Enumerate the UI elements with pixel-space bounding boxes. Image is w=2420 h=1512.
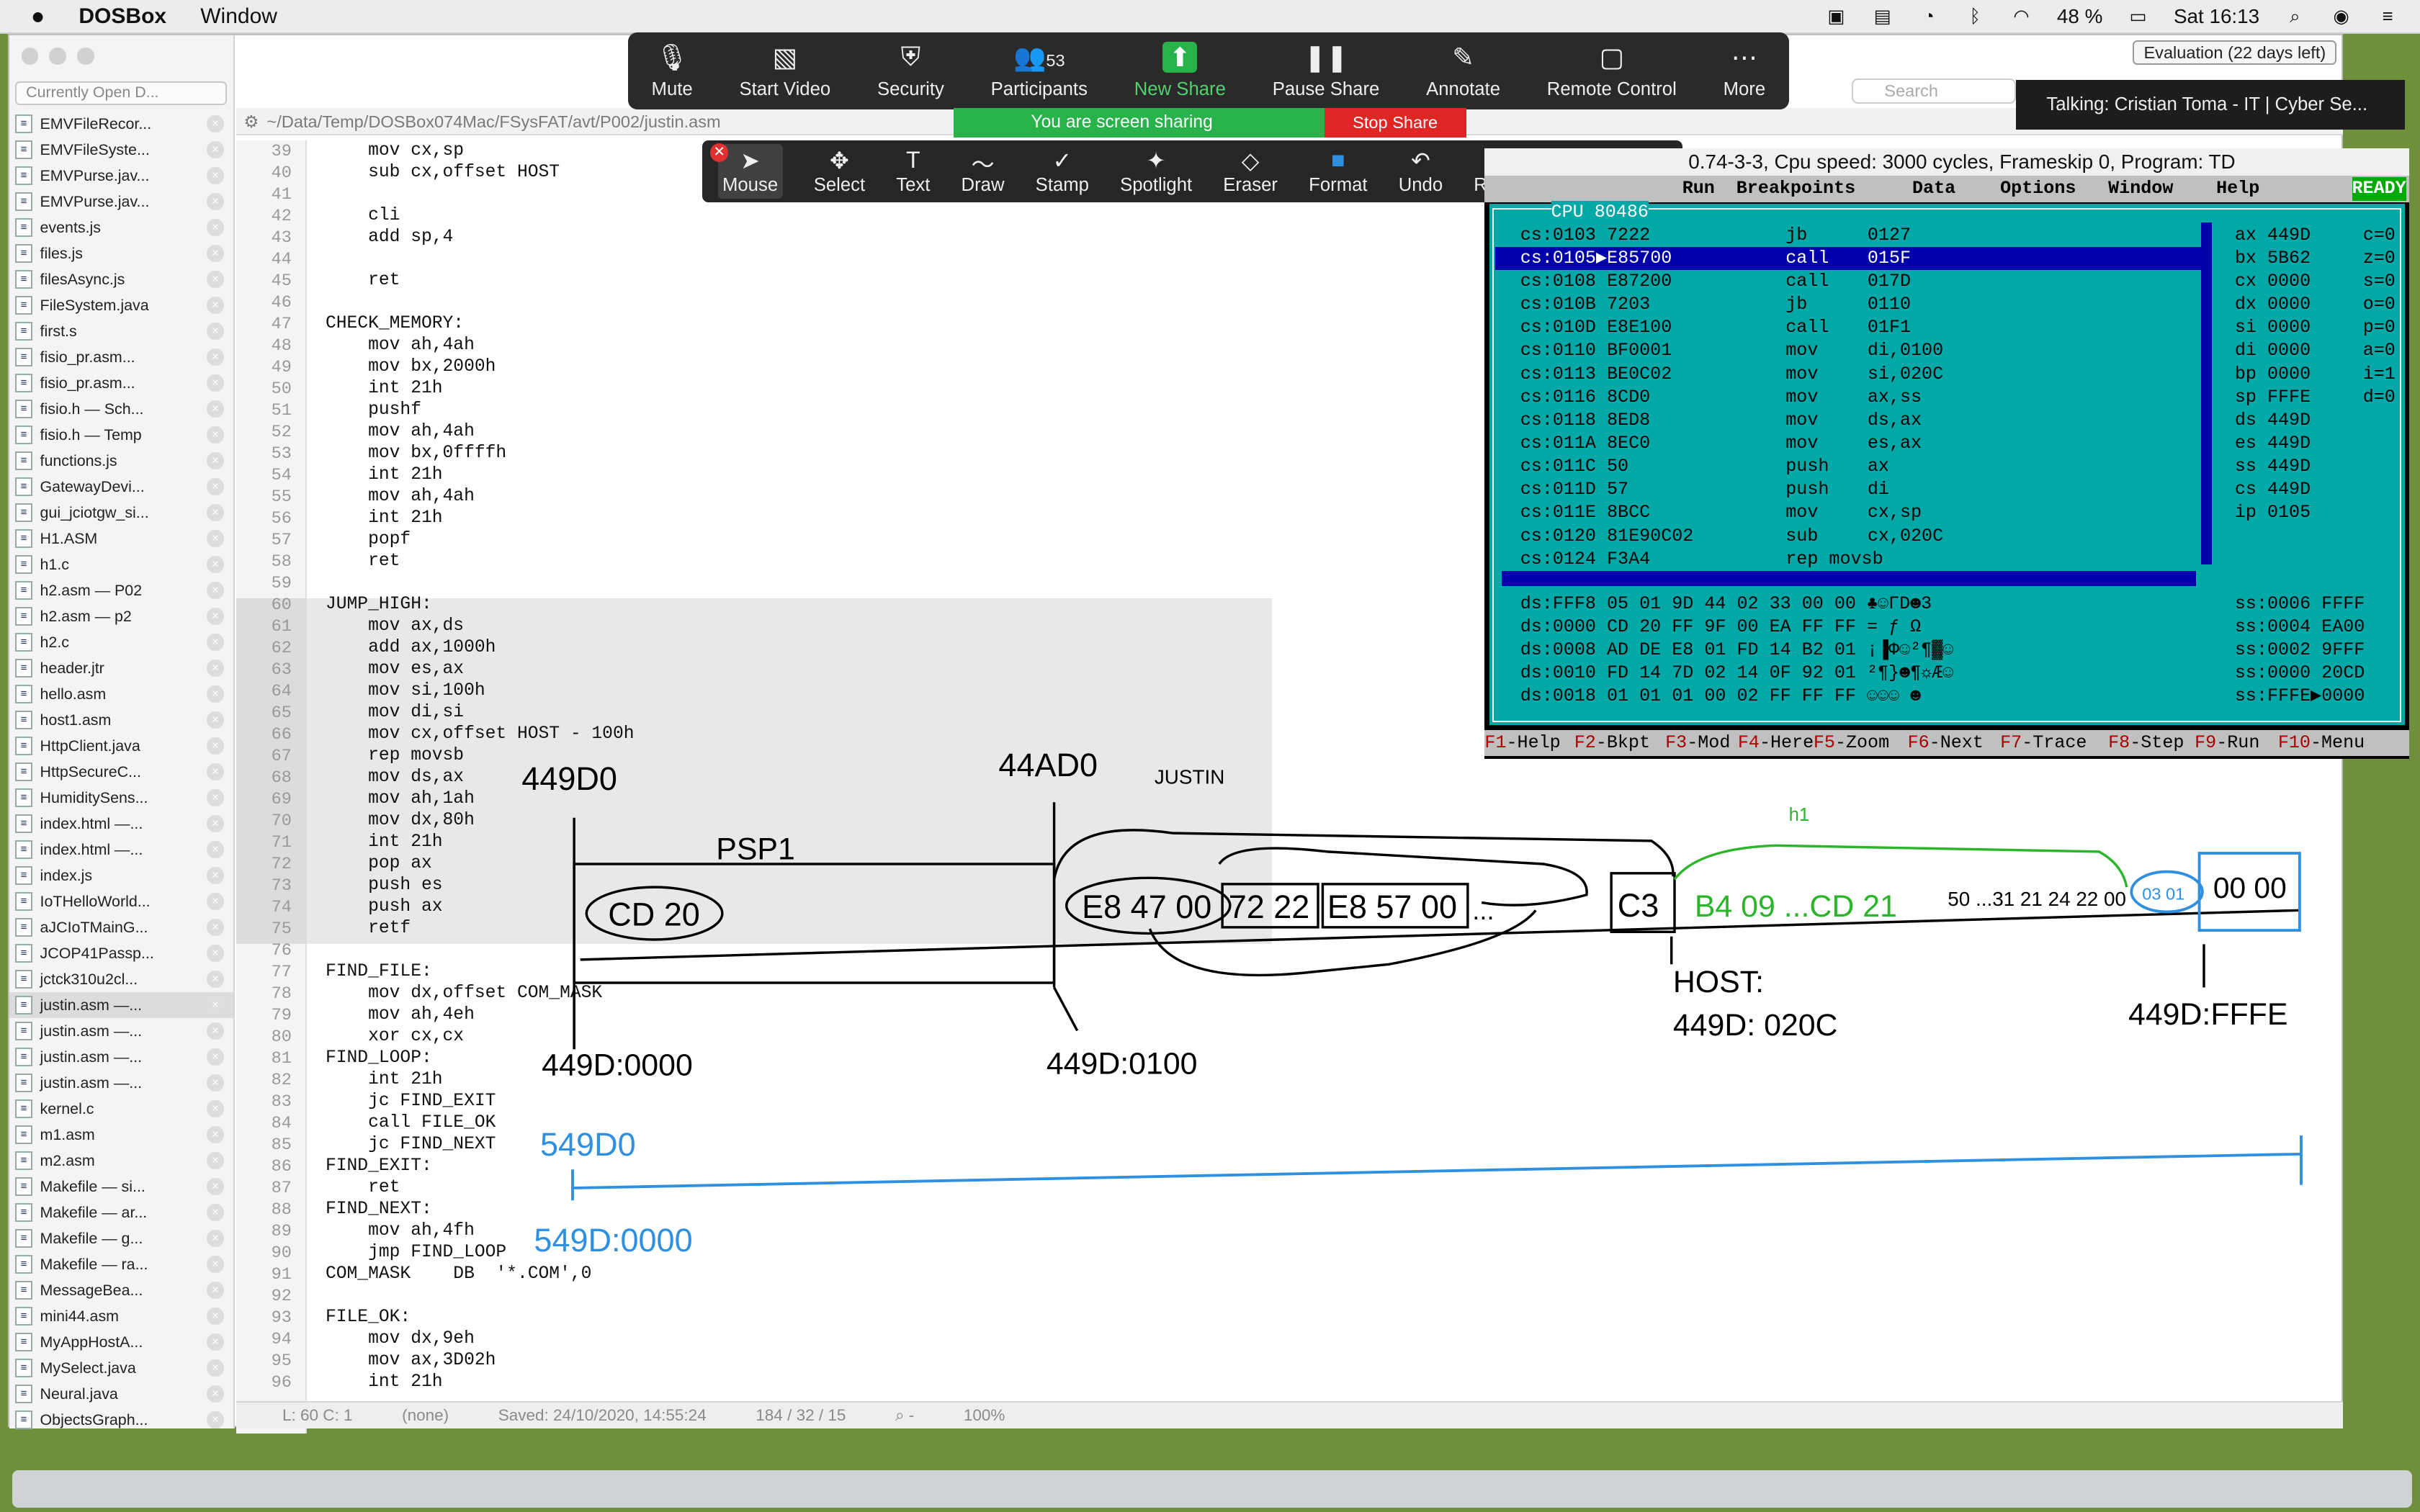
label-justin: JUSTIN — [1155, 766, 1224, 788]
label-7222: 72 22 — [1229, 888, 1310, 925]
label-549d-0000: 549D:0000 — [534, 1222, 692, 1259]
label-0000-end: 00 00 — [2213, 871, 2287, 904]
label-44ad0: 44AD0 — [998, 747, 1098, 783]
label-449d-0000: 449D:0000 — [542, 1048, 693, 1083]
label-host-addr: 449D: 020C — [1673, 1008, 1838, 1043]
label-e857: E8 57 00 — [1327, 888, 1457, 925]
label-host: HOST: — [1673, 965, 1764, 999]
549d0-line — [572, 1152, 2302, 1189]
annotation-drawing: 449D0 44AD0 JUSTIN PSP1 CD 20 E8 47 00 7… — [521, 747, 2303, 1259]
h1-arc — [1673, 844, 2128, 888]
label-0301: 03 01 — [2142, 884, 2184, 903]
label-449d-0100: 449D:0100 — [1047, 1046, 1198, 1081]
label-h1: h1 — [1789, 805, 1810, 825]
label-e847: E8 47 00 — [1082, 888, 1211, 925]
label-green-code: B4 09 ...CD 21 — [1695, 889, 1897, 924]
label-fffe: 449D:FFFE — [2128, 997, 2287, 1032]
label-psp1: PSP1 — [716, 832, 795, 867]
label-cd20: CD 20 — [608, 896, 700, 933]
label-small-bytes: 50 ...31 21 24 22 00 — [1948, 888, 2126, 910]
label-549d0: 549D0 — [540, 1126, 636, 1163]
label-449d0: 449D0 — [521, 760, 617, 797]
label-c3: C3 — [1618, 887, 1659, 924]
dock — [12, 1470, 2413, 1508]
label-dots: ... — [1472, 896, 1494, 925]
